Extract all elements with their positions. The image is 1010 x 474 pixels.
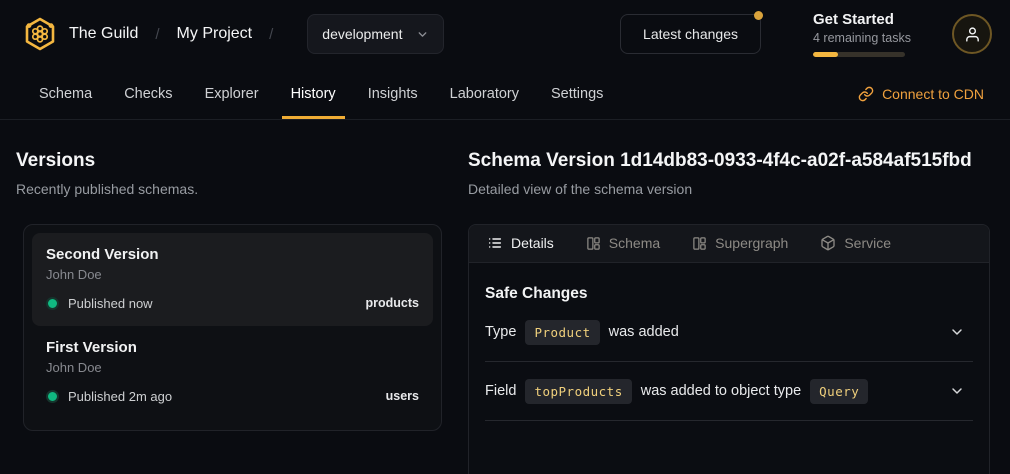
- breadcrumb-org[interactable]: The Guild: [69, 25, 138, 43]
- user-icon: [964, 26, 981, 43]
- schema-version-column: Schema Version 1d14db83-0933-4f4c-a02f-a…: [468, 150, 990, 474]
- get-started-subtitle: 4 remaining tasks: [813, 31, 908, 45]
- version-list-item[interactable]: Second Version John Doe Published now pr…: [32, 233, 433, 326]
- tab-details-label: Details: [511, 235, 554, 251]
- tab-schema-view-label: Schema: [609, 235, 660, 251]
- app-header: The Guild / My Project / development Lat…: [0, 0, 1010, 68]
- tab-details[interactable]: Details: [487, 235, 554, 251]
- version-status: Published 2m ago: [68, 389, 172, 404]
- link-icon: [858, 86, 874, 102]
- schema-version-panel: Details Schema Supergraph: [468, 224, 990, 474]
- version-name: First Version: [46, 339, 419, 356]
- version-meta-row: Published 2m ago users: [46, 389, 419, 404]
- get-started-progress-fill: [813, 52, 838, 57]
- chevron-down-icon[interactable]: [949, 324, 965, 340]
- change-text: Type: [485, 324, 516, 340]
- versions-title: Versions: [16, 150, 456, 172]
- tab-checks[interactable]: Checks: [115, 68, 181, 119]
- get-started-title: Get Started: [813, 11, 908, 28]
- tab-explorer[interactable]: Explorer: [196, 68, 268, 119]
- safe-changes-heading: Safe Changes: [485, 285, 973, 303]
- detail-body: Safe Changes Type Product was added Fiel…: [469, 285, 989, 421]
- version-service: users: [386, 389, 419, 403]
- notification-dot: [754, 11, 763, 20]
- chevron-down-icon[interactable]: [949, 383, 965, 399]
- tab-settings[interactable]: Settings: [542, 68, 612, 119]
- get-started-widget[interactable]: Get Started 4 remaining tasks: [813, 11, 908, 57]
- code-badge: Product: [525, 320, 599, 345]
- tab-history[interactable]: History: [282, 68, 345, 119]
- version-status: Published now: [68, 296, 153, 311]
- tab-laboratory[interactable]: Laboratory: [441, 68, 528, 119]
- connect-to-cdn-label: Connect to CDN: [882, 86, 984, 102]
- versions-column: Versions Recently published schemas. Sec…: [16, 150, 456, 474]
- version-meta-row: Published now products: [46, 296, 419, 311]
- breadcrumb-project[interactable]: My Project: [177, 25, 253, 43]
- change-row[interactable]: Field topProducts was added to object ty…: [485, 362, 973, 421]
- breadcrumb-separator: /: [269, 26, 273, 43]
- columns-icon: [586, 236, 601, 251]
- version-list-item[interactable]: First Version John Doe Published 2m ago …: [32, 326, 433, 419]
- latest-changes-label: Latest changes: [643, 26, 738, 42]
- breadcrumb-separator: /: [155, 26, 159, 43]
- change-text: was added: [609, 324, 679, 340]
- tab-service[interactable]: Service: [820, 235, 891, 251]
- tab-schema[interactable]: Schema: [30, 68, 101, 119]
- tab-supergraph-label: Supergraph: [715, 235, 788, 251]
- user-avatar[interactable]: [952, 14, 992, 54]
- target-selector[interactable]: development: [307, 14, 444, 54]
- change-text: was added to object type: [641, 383, 801, 399]
- tab-insights[interactable]: Insights: [359, 68, 427, 119]
- version-service: products: [366, 296, 419, 310]
- list-icon: [487, 235, 503, 251]
- tab-service-label: Service: [844, 235, 891, 251]
- main-nav: Schema Checks Explorer History Insights …: [0, 68, 1010, 120]
- versions-list: Second Version John Doe Published now pr…: [23, 224, 442, 431]
- chevron-down-icon: [416, 28, 429, 41]
- change-text: Field: [485, 383, 516, 399]
- detail-tabs: Details Schema Supergraph: [469, 225, 989, 263]
- target-selector-value: development: [322, 26, 402, 42]
- versions-subtitle: Recently published schemas.: [16, 181, 456, 197]
- tab-schema-view[interactable]: Schema: [586, 235, 660, 251]
- latest-changes-button[interactable]: Latest changes: [620, 14, 761, 54]
- schema-version-subtitle: Detailed view of the schema version: [468, 181, 990, 197]
- columns-icon: [692, 236, 707, 251]
- connect-to-cdn-link[interactable]: Connect to CDN: [858, 68, 984, 119]
- cube-icon: [820, 235, 836, 251]
- tab-supergraph[interactable]: Supergraph: [692, 235, 788, 251]
- version-author: John Doe: [46, 267, 419, 282]
- schema-version-title: Schema Version 1d14db83-0933-4f4c-a02f-a…: [468, 150, 990, 172]
- main-content: Versions Recently published schemas. Sec…: [0, 120, 1010, 474]
- published-status-icon: [46, 297, 59, 310]
- published-status-icon: [46, 390, 59, 403]
- code-badge: topProducts: [525, 379, 631, 404]
- change-row[interactable]: Type Product was added: [485, 303, 973, 362]
- version-author: John Doe: [46, 360, 419, 375]
- version-name: Second Version: [46, 246, 419, 263]
- code-badge: Query: [810, 379, 868, 404]
- guild-logo-icon[interactable]: [24, 17, 56, 51]
- get-started-progress-bar: [813, 52, 905, 57]
